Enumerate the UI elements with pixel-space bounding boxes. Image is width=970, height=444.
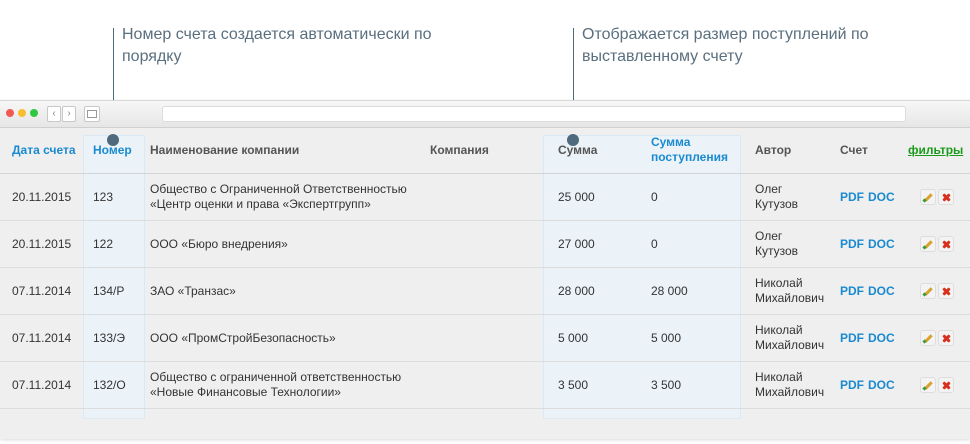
cell-date: 07.11.2014	[12, 377, 72, 392]
chevron-right-icon: ›	[67, 108, 71, 119]
pdf-link[interactable]: PDF	[840, 331, 864, 346]
cell-number: 123	[93, 189, 114, 204]
cell-actions	[920, 362, 956, 408]
pencil-icon[interactable]	[920, 330, 936, 346]
cell-date: 07.11.2014	[12, 283, 72, 298]
sum-callout-text: Отображается размер поступлений по выста…	[582, 26, 869, 65]
filters-link[interactable]: фильтры	[908, 127, 963, 173]
zoom-window-button[interactable]	[30, 109, 38, 117]
browser-titlebar: ‹ ›	[0, 101, 970, 128]
pdf-link[interactable]: PDF	[840, 190, 864, 205]
cell-author: Николай Михайлович	[755, 370, 825, 399]
sum-callout-dot	[567, 134, 579, 146]
cell-sum: 25 000	[558, 189, 595, 204]
sidebar-toggle-button[interactable]	[84, 106, 100, 122]
cell-company-name: ЗАО «Транзас»	[150, 283, 236, 298]
cell-company-name: ООО «Бюро внедрения»	[150, 236, 288, 251]
table-row: 07.11.2014 133/Э ООО «ПромСтройБезопасно…	[0, 315, 970, 362]
close-icon[interactable]	[938, 330, 954, 346]
doc-link[interactable]: DOC	[868, 237, 895, 252]
cell-date: 07.11.2014	[12, 330, 72, 345]
cell-received: 3 500	[651, 377, 682, 392]
forward-button[interactable]: ›	[62, 106, 76, 122]
pencil-icon[interactable]	[920, 189, 936, 205]
header-company: Компания	[430, 142, 489, 157]
cell-number: 122	[93, 236, 114, 251]
cell-invoice-links: PDF DOC	[840, 315, 899, 361]
address-bar[interactable]	[162, 106, 906, 122]
cell-sum: 28 000	[558, 283, 595, 298]
cell-number: 133/Э	[93, 330, 125, 345]
cell-invoice-links: PDF DOC	[840, 268, 899, 314]
minimize-window-button[interactable]	[18, 109, 26, 117]
header-company-name: Наименование компании	[150, 142, 300, 157]
cell-actions	[920, 268, 956, 314]
cell-received: 5 000	[651, 330, 682, 345]
number-callout-dot	[107, 134, 119, 146]
cell-invoice-links: PDF DOC	[840, 221, 899, 267]
cell-author: Олег Кутузов	[755, 229, 799, 258]
cell-author: Николай Михайлович	[755, 323, 825, 352]
number-callout-text: Номер счета создается автоматически по п…	[122, 26, 432, 65]
table-row: 20.11.2015 123 Общество с Ограниченной О…	[0, 174, 970, 221]
chevron-left-icon: ‹	[52, 108, 56, 119]
cell-date: 20.11.2015	[12, 236, 72, 251]
sidebar-icon	[87, 110, 97, 118]
pdf-link[interactable]: PDF	[840, 378, 864, 393]
table-header: Дата счета Номер Наименование компании К…	[0, 127, 970, 174]
browser-window: ‹ › Дата счета Номер Наименование компан…	[0, 100, 970, 439]
doc-link[interactable]: DOC	[868, 378, 895, 393]
doc-link[interactable]: DOC	[868, 331, 895, 346]
pdf-link[interactable]: PDF	[840, 237, 864, 252]
doc-link[interactable]: DOC	[868, 284, 895, 299]
cell-author: Олег Кутузов	[755, 182, 799, 211]
cell-date: 20.11.2015	[12, 189, 72, 204]
cell-sum: 27 000	[558, 236, 595, 251]
cell-company-name: ООО «ПромСтройБезопасность»	[150, 330, 336, 345]
cell-number: 134/Р	[93, 283, 125, 298]
pencil-icon[interactable]	[920, 377, 936, 393]
header-sum: Сумма	[558, 142, 598, 157]
cell-received: 28 000	[651, 283, 688, 298]
cell-actions	[920, 221, 956, 267]
close-icon[interactable]	[938, 283, 954, 299]
header-date[interactable]: Дата счета	[12, 127, 76, 173]
cell-received: 0	[651, 236, 658, 251]
invoices-table: Дата счета Номер Наименование компании К…	[0, 127, 970, 439]
header-author: Автор	[755, 142, 792, 157]
pencil-icon[interactable]	[920, 236, 936, 252]
close-icon[interactable]	[938, 236, 954, 252]
cell-company-name: Общество с Ограниченной Ответственностью…	[150, 182, 407, 211]
cell-actions	[920, 174, 956, 220]
close-icon[interactable]	[938, 189, 954, 205]
close-window-button[interactable]	[6, 109, 14, 117]
pencil-icon[interactable]	[920, 283, 936, 299]
header-invoice: Счет	[840, 142, 868, 157]
table-row: 07.11.2014 132/О Общество с ограниченной…	[0, 362, 970, 409]
close-icon[interactable]	[938, 377, 954, 393]
table-row: 07.11.2014 134/Р ЗАО «Транзас» 28 000 28…	[0, 268, 970, 315]
cell-invoice-links: PDF DOC	[840, 362, 899, 408]
table-row: 20.11.2015 122 ООО «Бюро внедрения» 27 0…	[0, 221, 970, 268]
cell-received: 0	[651, 189, 658, 204]
back-button[interactable]: ‹	[47, 106, 61, 122]
cell-sum: 3 500	[558, 377, 589, 392]
header-received[interactable]: Сумма поступления	[651, 127, 741, 173]
cell-invoice-links: PDF DOC	[840, 174, 899, 220]
cell-actions	[920, 315, 956, 361]
cell-company-name: Общество с ограниченной ответственностью…	[150, 370, 402, 399]
pdf-link[interactable]: PDF	[840, 284, 864, 299]
cell-sum: 5 000	[558, 330, 589, 345]
cell-number: 132/О	[93, 377, 126, 392]
doc-link[interactable]: DOC	[868, 190, 895, 205]
cell-author: Николай Михайлович	[755, 276, 825, 305]
